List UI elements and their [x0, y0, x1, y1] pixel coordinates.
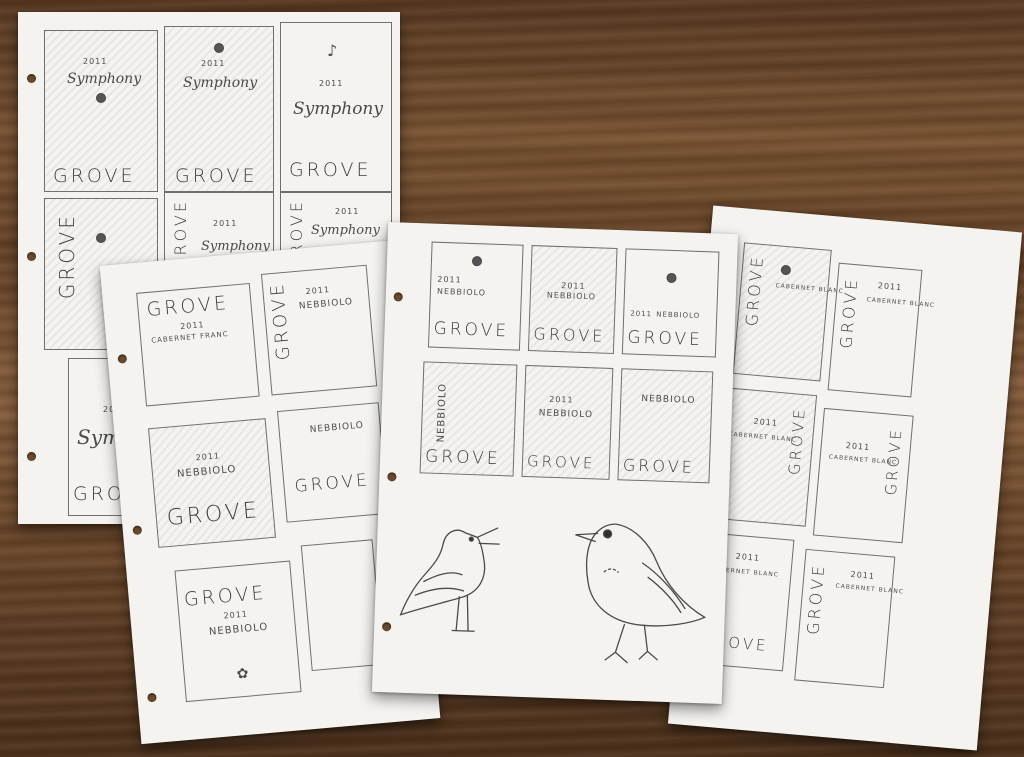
label-sketch: GROVE CABERNET BLANC [732, 242, 844, 382]
brand-name-vertical: GROVE [741, 253, 768, 327]
wine-name: CABERNET FRANC [151, 330, 229, 345]
year-label: 2011 [179, 320, 205, 332]
label-sketch: 2011 NEBBIOLO GROVE [147, 418, 277, 548]
wine-name: NEBBIOLO [309, 420, 365, 436]
brand-name: GROVE [53, 165, 136, 187]
brand-name: GROVE [175, 165, 258, 187]
tag-hole [96, 233, 106, 243]
year-label: 2011 [319, 79, 344, 88]
brand-name: GROVE [183, 581, 268, 611]
label-sketch: GROVE 2011 CABERNET FRANC [136, 282, 260, 407]
tag-hole [214, 43, 224, 53]
binder-hole [27, 252, 36, 261]
wine-name: NEBBIOLO [641, 393, 696, 406]
year-label: 2011 [213, 219, 238, 228]
tag-hole [666, 272, 677, 284]
year-label: 2011 [335, 207, 360, 216]
brand-name: GROVE [165, 498, 261, 532]
brand-name-vertical: GROVE [836, 276, 862, 350]
year-label: 2011 [850, 569, 876, 581]
year-label: 2011 [753, 416, 779, 428]
wine-name: NEBBIOLO [176, 463, 237, 481]
brand-name-vertical: GROVE [803, 562, 829, 636]
wine-name-script: Symphony [311, 223, 380, 238]
tag-hole [96, 93, 106, 103]
label-sketch: 2011 NEBBIOLO GROVE [527, 245, 618, 354]
brand-name: GROVE [533, 324, 606, 346]
binder-hole [387, 472, 397, 482]
label-sketch: ♪ 2011 Symphony GROVE [280, 22, 392, 192]
wine-name: NEBBIOLO [656, 310, 701, 320]
label-sketch: NEBBIOLO GROVE [276, 402, 389, 523]
sketch-sheet-nebbiolo-birds: 2011 NEBBIOLO GROVE 2011 NEBBIOLO GROVE … [371, 222, 739, 704]
label-sketch [300, 539, 384, 672]
year-label: 2011 [437, 274, 462, 285]
year-label: 2011 [877, 281, 903, 293]
label-sketch: 2011 NEBBIOLO GROVE [521, 364, 614, 480]
label-sketch: GROVE 2011 CABERNET BLANC [827, 262, 935, 398]
year-label: 2011 [845, 440, 871, 453]
brand-name: GROVE [289, 159, 372, 181]
label-sketch: 2011 NEBBIOLO GROVE [427, 241, 524, 351]
wine-name: NEBBIOLO [208, 621, 269, 638]
year-label: 2011 [549, 394, 574, 405]
label-sketch: 2011 Symphony GROVE [44, 30, 158, 192]
wine-name-script: Symphony [183, 75, 258, 91]
label-sketch: 2011 Symphony GROVE [164, 26, 274, 192]
wine-name: CABERNET BLANC [728, 430, 798, 444]
wine-name: NEBBIOLO [436, 286, 487, 298]
binder-hole [393, 292, 403, 302]
brand-name: GROVE [293, 470, 371, 497]
label-sketch: 2011 NEBBIOLO GROVE [621, 248, 720, 358]
brand-name: GROVE [627, 327, 704, 351]
brand-name: GROVE [622, 455, 696, 477]
wine-name-script: Symphony [293, 99, 383, 119]
wine-name: NEBBIOLO [538, 408, 594, 421]
wine-name: CABERNET BLANC [775, 282, 845, 296]
brand-name: GROVE [526, 452, 596, 473]
label-sketch: GROVE 2011 NEBBIOLO [260, 264, 378, 396]
tag-hole [780, 264, 792, 276]
year-label: 2011 [561, 281, 586, 291]
wine-name-vertical: NEBBIOLO [435, 382, 449, 443]
binder-hole [132, 525, 143, 536]
robin-sketch [553, 500, 719, 675]
binder-hole [27, 74, 36, 83]
binder-hole [27, 452, 36, 461]
wine-name: NEBBIOLO [298, 297, 354, 312]
year-label: 2011 [83, 57, 108, 66]
brand-name: GROVE [145, 291, 230, 322]
year-label: 2011 [223, 609, 249, 621]
brand-name: GROVE [433, 318, 510, 342]
brand-name: GROVE [424, 446, 501, 470]
singing-bird-sketch [392, 502, 537, 647]
year-label: 2011 [195, 451, 221, 463]
brand-name-vertical: GROVE [266, 280, 295, 362]
year-label: 2011 [735, 551, 761, 563]
year-label: 2011 [630, 309, 653, 319]
binder-hole [382, 622, 392, 632]
wine-name: NEBBIOLO [546, 290, 597, 302]
brand-name-vertical: GROVE [881, 426, 906, 497]
year-label: 2011 [201, 59, 226, 68]
label-sketch: GROVE 2011 NEBBIOLO ✿ [174, 560, 302, 703]
label-sketch: GROVE 2011 CABERNET BLANC [794, 548, 904, 689]
tag-hole [471, 255, 483, 267]
label-sketch: NEBBIOLO GROVE [419, 361, 518, 477]
label-sketch: NEBBIOLO GROVE [617, 368, 714, 484]
brand-name-vertical: GROVE [785, 406, 809, 476]
binder-hole [117, 353, 128, 364]
year-label: 2011 [305, 285, 331, 297]
wine-name: CABERNET BLANC [835, 582, 905, 596]
binder-hole [147, 692, 157, 703]
music-note-icon: ♪ [327, 41, 339, 60]
clover-icon: ✿ [236, 665, 251, 683]
wine-name: CABERNET BLANC [866, 296, 936, 310]
label-sketch: 2011 CABERNET BLANC GROVE [812, 407, 914, 544]
brand-name-vertical: GROVE [55, 213, 79, 300]
wine-name-script: Symphony [67, 71, 142, 87]
